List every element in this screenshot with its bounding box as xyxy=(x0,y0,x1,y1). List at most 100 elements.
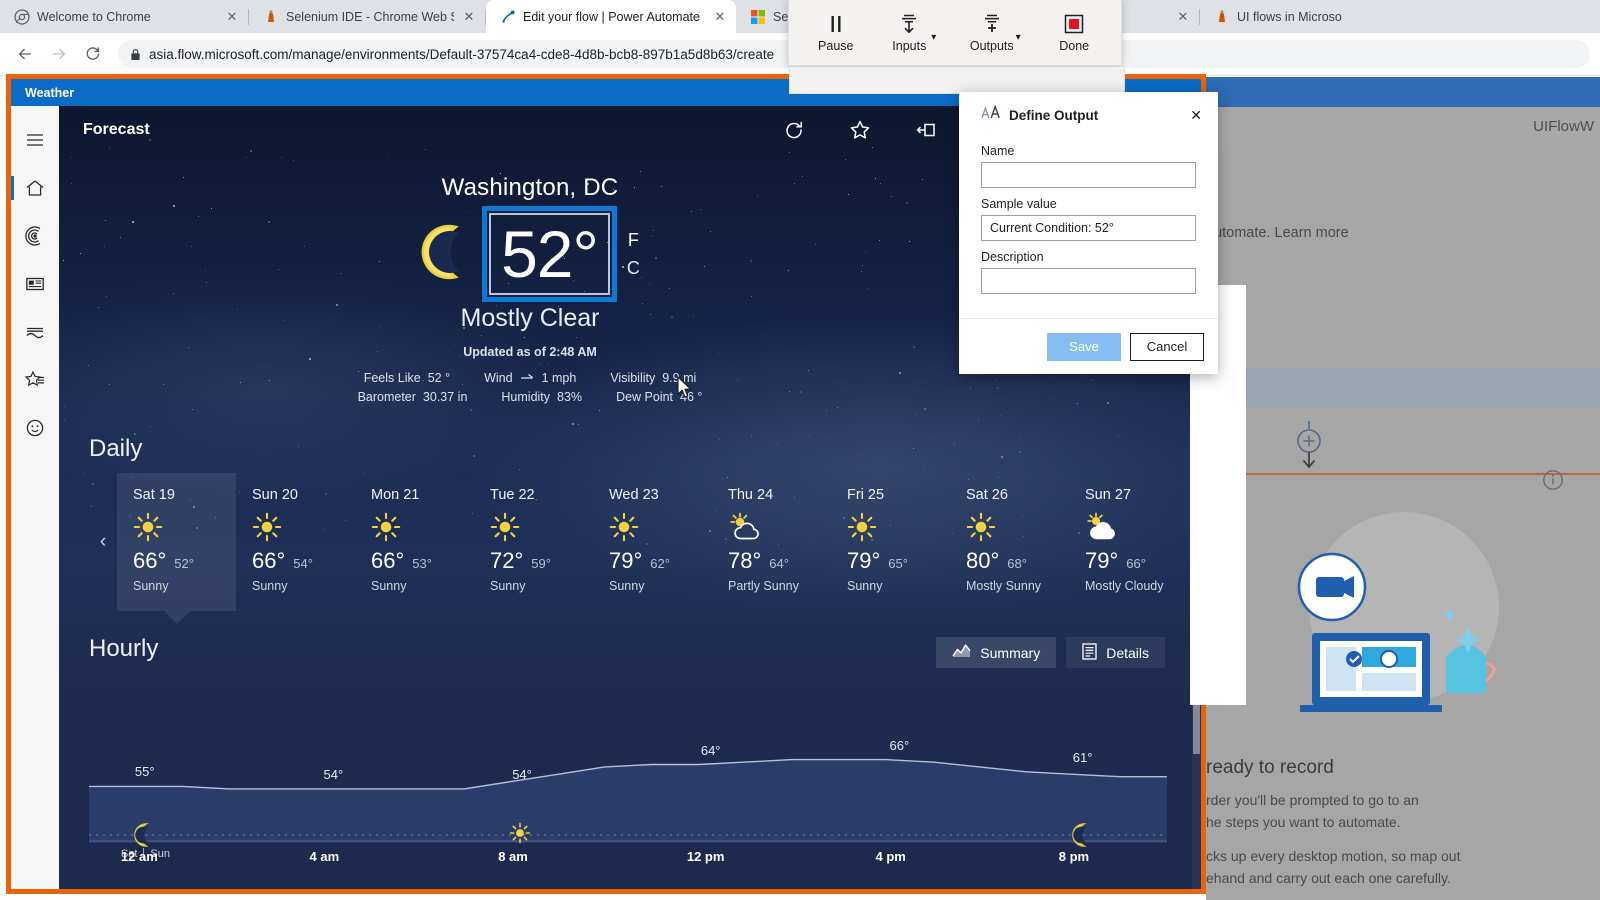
sidebar-item-news[interactable] xyxy=(11,260,59,308)
unit-fahrenheit[interactable]: F xyxy=(627,226,640,254)
outputs-group[interactable]: Outputs ▾ xyxy=(970,12,1021,53)
current-condition-text: Mostly Clear xyxy=(460,304,600,332)
sunny-icon xyxy=(847,510,950,544)
inputs-icon xyxy=(897,12,921,36)
day-name: Thu 24 xyxy=(728,487,774,503)
browser-tab-6[interactable]: UI flows in Microso xyxy=(1200,0,1400,33)
day-description: Sunny xyxy=(371,579,407,593)
star xyxy=(572,422,575,425)
unit-celsius[interactable]: C xyxy=(627,254,640,282)
pa-learn-more-text[interactable]: automate. Learn more xyxy=(1206,225,1349,241)
sidebar-item-forecast[interactable] xyxy=(11,164,59,212)
tab-label: Edit your flow | Power Automate xyxy=(523,9,700,24)
summary-tab[interactable]: Summary xyxy=(936,637,1057,668)
daily-forecast-card[interactable]: Tue 22 72° 59° Sunny xyxy=(474,473,593,611)
tab-label: Welcome to Chrome xyxy=(37,9,151,24)
daily-forecast-card[interactable]: Thu 24 78° 64° Partly Sunny xyxy=(712,473,831,611)
arrow-right-icon[interactable] xyxy=(44,39,74,69)
name-field[interactable] xyxy=(981,162,1196,188)
chevron-down-icon[interactable]: ▾ xyxy=(1016,32,1021,43)
mouse-cursor xyxy=(677,376,693,404)
daily-forecast-card[interactable]: Fri 25 79° 65° Sunny xyxy=(831,473,950,611)
done-button[interactable]: Done xyxy=(1054,12,1094,53)
tab-close-icon[interactable]: ✕ xyxy=(1175,9,1191,25)
outputs-label: Outputs xyxy=(969,38,1014,53)
day-description: Mostly Sunny xyxy=(966,579,1042,593)
pin-icon[interactable] xyxy=(893,106,959,154)
daily-forecast-card[interactable]: Sat 26 80° 68° Mostly Sunny xyxy=(950,473,1069,611)
browser-tab-0[interactable]: Welcome to Chrome ✕ xyxy=(0,0,248,33)
chart-point-label: 54° xyxy=(512,766,532,782)
day-low: 62° xyxy=(650,556,670,571)
daily-forecast-card[interactable]: Sun 20 66° 54° Sunny xyxy=(236,473,355,611)
day-temperatures: 66° 54° xyxy=(252,548,355,574)
outputs-button[interactable]: Outputs xyxy=(970,12,1014,53)
selenium-icon xyxy=(1219,10,1225,22)
daily-forecast-card[interactable]: Sat 19 66° 52° Sunny xyxy=(117,473,236,624)
inputs-button[interactable]: Inputs xyxy=(889,12,929,53)
chevron-down-icon[interactable]: ▾ xyxy=(931,32,936,43)
star xyxy=(978,418,980,420)
sunny-icon xyxy=(966,510,1069,544)
cancel-button[interactable]: Cancel xyxy=(1130,332,1204,361)
radar-icon xyxy=(25,226,41,246)
power-automate-icon xyxy=(502,10,515,23)
sidebar-item-send-feedback[interactable] xyxy=(11,404,59,452)
unit-toggle[interactable]: F C xyxy=(627,226,640,282)
tab-close-icon[interactable]: ✕ xyxy=(224,9,240,25)
day-description: Sunny xyxy=(847,579,883,593)
sample-value-field[interactable]: Current Condition: 52° xyxy=(981,215,1196,241)
lock-icon xyxy=(131,48,140,60)
pa-topbar xyxy=(1206,77,1600,107)
description-field[interactable] xyxy=(981,268,1196,294)
news-icon xyxy=(26,277,44,291)
info-icon[interactable] xyxy=(1542,469,1564,496)
day-high: 80° xyxy=(966,548,1000,573)
microsoft-icon xyxy=(751,9,765,24)
day-temperatures: 72° 59° xyxy=(490,548,593,574)
selected-element-highlight[interactable]: 52° xyxy=(482,206,617,302)
star xyxy=(469,409,472,412)
metrics-row: Barometer 30.37 in Humidity 83% Dew Poin… xyxy=(358,390,703,404)
historical-weather-icon xyxy=(26,327,44,339)
refresh-icon[interactable] xyxy=(761,106,827,154)
hamburger-icon[interactable] xyxy=(11,116,59,164)
star-icon[interactable] xyxy=(827,106,893,154)
tab-close-icon[interactable]: ✕ xyxy=(461,9,477,25)
browser-tab-2[interactable]: Edit your flow | Power Automate ✕ xyxy=(486,0,736,33)
day-high: 66° xyxy=(252,548,286,573)
sidebar-item-favorites[interactable] xyxy=(11,356,59,404)
star xyxy=(280,156,282,158)
pause-button[interactable]: Pause xyxy=(816,12,856,53)
sidebar-item-historical-weather[interactable] xyxy=(11,308,59,356)
feedback-icon xyxy=(26,419,44,437)
reload-icon[interactable] xyxy=(78,39,108,69)
daily-cards: Sat 19 66° 52° Sunny Sun 20 66° 54° Sunny Mon 21… xyxy=(117,473,1188,624)
pa-step-card[interactable] xyxy=(1206,367,1600,407)
line-chart-icon xyxy=(952,643,971,662)
hourly-temperature-chart[interactable]: 55° 54° 54° 64° 66° 61° Sat Sun xyxy=(89,683,1167,860)
daily-strip: ‹ Sat 19 66° 52° Sunny Sun 20 66° 54° Sunny Mon … xyxy=(89,473,1201,624)
chevron-left-icon[interactable]: ‹ xyxy=(89,473,117,611)
pa-app-label-bar: UIFlowW xyxy=(1206,107,1600,145)
browser-tab-1[interactable]: Selenium IDE - Chrome Web Sto ✕ xyxy=(249,0,485,33)
close-icon[interactable]: ✕ xyxy=(1186,107,1206,124)
daily-forecast-card[interactable]: Mon 21 66° 53° Sunny xyxy=(355,473,474,611)
pa-paragraph-1: rder you'll be prompted to go to an he s… xyxy=(1206,789,1419,833)
sample-value-field-label: Sample value xyxy=(981,197,1057,211)
arrow-left-icon[interactable] xyxy=(10,39,40,69)
add-step-icon[interactable] xyxy=(1288,419,1330,478)
sidebar-item-maps[interactable] xyxy=(11,212,59,260)
daily-forecast-card[interactable]: Sun 27 79° 66° Mostly Cloudy xyxy=(1069,473,1188,611)
inputs-group[interactable]: Inputs ▾ xyxy=(889,12,936,53)
day-low: 54° xyxy=(293,556,313,571)
details-tab[interactable]: Details xyxy=(1066,637,1165,668)
save-button[interactable]: Save xyxy=(1047,332,1121,361)
day-name: Sat 26 xyxy=(966,487,1008,503)
x-tick-label: 4 am xyxy=(309,849,340,864)
day-temperatures: 78° 64° xyxy=(728,548,831,574)
daily-forecast-card[interactable]: Wed 23 79° 62° Sunny xyxy=(593,473,712,611)
tab-close-icon[interactable]: ✕ xyxy=(712,9,728,25)
current-metrics: Feels Like 52 ° Wind 1 mph Visibility 9.… xyxy=(358,371,703,409)
day-description: Mostly Cloudy xyxy=(1085,579,1164,593)
